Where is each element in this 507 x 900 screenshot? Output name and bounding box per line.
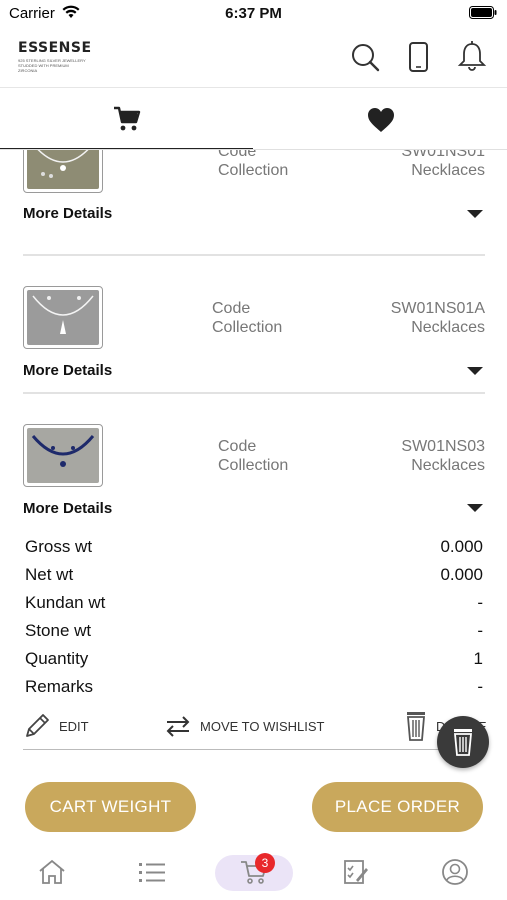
brand-logo: ESSENSE 925 STERLING SILVER JEWELLERY ST… xyxy=(18,40,92,73)
home-icon xyxy=(39,859,65,884)
code-value: SW01NS03 xyxy=(401,438,485,455)
code-value: SW01NS01 xyxy=(401,150,485,160)
detail-row: Gross wt 0.000 xyxy=(25,534,483,562)
nav-list[interactable] xyxy=(134,855,170,889)
cart-count-badge: 3 xyxy=(255,853,275,873)
clock: 6:37 PM xyxy=(225,5,282,22)
more-details-toggle[interactable]: More Details xyxy=(23,205,112,222)
detail-label: Kundan wt xyxy=(25,593,106,612)
item-actions: EDIT MOVE TO WISHLIST DELETE xyxy=(23,710,487,750)
pencil-icon xyxy=(26,714,49,737)
search-icon[interactable] xyxy=(348,40,382,74)
code-label: Code xyxy=(218,150,257,160)
collection-value: Necklaces xyxy=(411,457,485,474)
detail-row: Remarks - xyxy=(25,674,483,702)
app-header: ESSENSE 925 STERLING SILVER JEWELLERY ST… xyxy=(0,30,507,88)
cart-weight-button[interactable]: CART WEIGHT xyxy=(25,782,196,832)
cart-icon xyxy=(113,106,140,130)
battery-icon xyxy=(469,6,497,19)
nav-profile[interactable] xyxy=(437,855,473,889)
nav-orders[interactable] xyxy=(337,855,373,889)
place-order-button[interactable]: PLACE ORDER xyxy=(312,782,483,832)
product-image xyxy=(27,428,99,483)
heart-icon xyxy=(367,107,394,132)
collection-label: Collection xyxy=(212,319,283,336)
edit-button[interactable]: EDIT xyxy=(23,710,89,742)
detail-value: 1 xyxy=(473,649,483,668)
cart-item[interactable]: Code Collection SW01NS01 Necklaces More … xyxy=(23,150,485,256)
tab-bar xyxy=(0,89,507,150)
trash-icon xyxy=(407,712,425,741)
detail-value: - xyxy=(477,593,483,612)
trash-icon xyxy=(454,729,472,756)
edit-label: EDIT xyxy=(59,718,89,734)
order-checklist-icon xyxy=(344,860,368,884)
detail-row: Net wt 0.000 xyxy=(25,562,483,590)
code-label: Code xyxy=(212,300,251,317)
chevron-down-icon[interactable] xyxy=(467,504,483,512)
nav-home[interactable] xyxy=(34,855,70,889)
detail-value: 0.000 xyxy=(440,565,483,584)
collection-label: Collection xyxy=(218,162,289,179)
product-thumbnail[interactable] xyxy=(23,424,103,487)
tab-cart[interactable] xyxy=(0,89,253,150)
move-to-wishlist-button[interactable]: MOVE TO WISHLIST xyxy=(164,710,324,742)
detail-row: Stone wt - xyxy=(25,618,483,646)
detail-label: Remarks xyxy=(25,677,94,696)
product-thumbnail[interactable] xyxy=(23,150,103,193)
product-image xyxy=(27,290,99,345)
collection-value: Necklaces xyxy=(411,162,485,179)
detail-value: 0.000 xyxy=(440,537,483,556)
list-icon xyxy=(139,863,165,882)
product-image xyxy=(27,150,99,189)
detail-label: Stone wt xyxy=(25,621,92,640)
detail-label: Gross wt xyxy=(25,537,93,556)
collection-value: Necklaces xyxy=(411,319,485,336)
detail-label: Net wt xyxy=(25,565,74,584)
phone-icon[interactable] xyxy=(401,40,435,74)
bottom-nav: 3 xyxy=(0,845,507,900)
cart-item[interactable]: Code Collection SW01NS03 Necklaces More … xyxy=(23,424,485,544)
detail-value: - xyxy=(477,677,483,696)
move-to-wishlist-label: MOVE TO WISHLIST xyxy=(200,718,325,734)
status-bar: Carrier 6:37 PM xyxy=(0,0,507,30)
collection-label: Collection xyxy=(218,457,289,474)
more-details-toggle[interactable]: More Details xyxy=(23,500,112,517)
detail-label: Quantity xyxy=(25,649,89,668)
brand-name: ESSENSE xyxy=(18,40,92,56)
bell-icon[interactable] xyxy=(455,40,489,74)
floating-delete-button[interactable] xyxy=(437,716,489,768)
detail-value: - xyxy=(477,621,483,640)
cart-list[interactable]: Code Collection SW01NS01 Necklaces More … xyxy=(0,150,507,770)
chevron-down-icon[interactable] xyxy=(467,367,483,375)
detail-row: Kundan wt - xyxy=(25,590,483,618)
code-label: Code xyxy=(218,438,257,455)
chevron-down-icon[interactable] xyxy=(467,210,483,218)
product-thumbnail[interactable] xyxy=(23,286,103,349)
tab-wishlist[interactable] xyxy=(254,89,507,150)
detail-row: Quantity 1 xyxy=(25,646,483,674)
brand-tagline: 925 STERLING SILVER JEWELLERY STUDDED WI… xyxy=(18,58,86,73)
swap-arrows-icon xyxy=(166,716,190,737)
more-details-toggle[interactable]: More Details xyxy=(23,362,112,379)
cart-item[interactable]: Code Collection SW01NS01A Necklaces More… xyxy=(23,286,485,394)
user-icon xyxy=(442,859,468,885)
item-details: Gross wt 0.000 Net wt 0.000 Kundan wt - … xyxy=(25,534,483,702)
code-value: SW01NS01A xyxy=(390,300,485,317)
